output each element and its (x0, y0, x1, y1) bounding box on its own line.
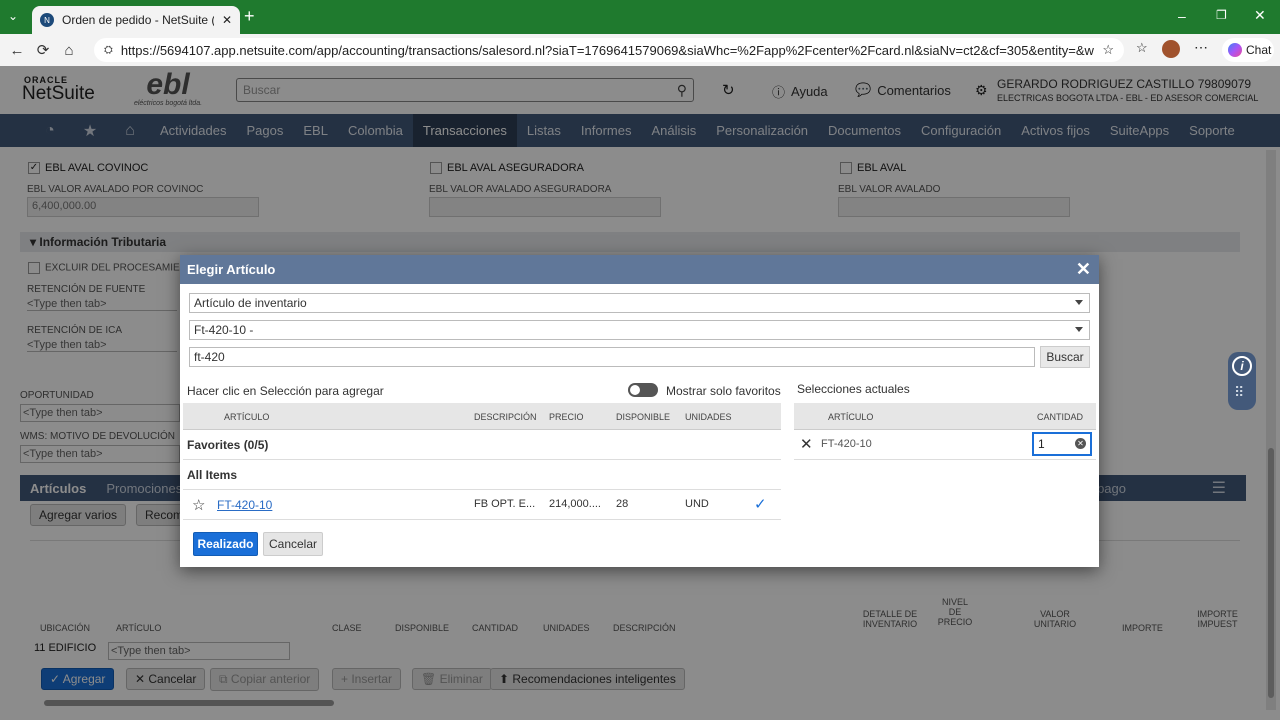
remove-selection-icon[interactable]: ✕ (800, 435, 813, 453)
address-bar: ← ⟳ ⌂ ⛭ https://5694107.app.netsuite.com… (0, 34, 1280, 66)
dialog-title: Elegir Artículo (187, 262, 276, 277)
all-items-group[interactable]: All Items (187, 468, 237, 482)
maximize-icon[interactable]: ❐ (1216, 8, 1227, 22)
divider (794, 459, 1096, 460)
result-item-units: UND (685, 498, 709, 510)
divider (183, 489, 781, 490)
tab-title: Orden de pedido - NetSuite (ELEC (62, 13, 214, 27)
favorites-toggle[interactable] (628, 383, 658, 397)
selection-item: FT-420-10 (821, 438, 872, 450)
netsuite-favicon-icon: N (40, 13, 54, 27)
quantity-value: 1 (1038, 437, 1045, 451)
result-item-price: 214,000.... (549, 498, 601, 510)
instruction-text: Hacer clic en Selección para agregar (187, 384, 384, 398)
favorites-icon[interactable]: ☆ (1136, 40, 1148, 56)
profile-avatar[interactable] (1162, 40, 1180, 58)
col-sel-cantidad: CANTIDAD (1037, 412, 1084, 422)
col-descripcion: DESCRIPCIÓN (474, 412, 537, 422)
result-item-link[interactable]: FT-420-10 (217, 498, 272, 512)
results-table-header: ARTÍCULO DESCRIPCIÓN PRECIO DISPONIBLE U… (183, 403, 781, 430)
favorites-toggle-label: Mostrar solo favoritos (666, 384, 781, 398)
tab-list-icon[interactable]: ⌄ (8, 9, 18, 23)
divider (183, 519, 781, 520)
chat-label: Chat (1246, 43, 1272, 57)
selection-quantity-input[interactable]: 1 ✕ (1032, 432, 1092, 456)
close-icon[interactable]: ✕ (1076, 259, 1091, 280)
realizado-button[interactable]: Realizado (193, 532, 258, 556)
minimize-icon[interactable]: – (1178, 8, 1186, 24)
col-precio: PRECIO (549, 412, 584, 422)
item-select-value: Ft-420-10 - (194, 323, 254, 337)
grid-dots-icon[interactable]: ⠿ (1234, 384, 1244, 401)
url-text: https://5694107.app.netsuite.com/app/acc… (120, 42, 1095, 58)
help-widget[interactable]: i ⠿ (1228, 352, 1256, 410)
col-disponible: DISPONIBLE (616, 412, 671, 422)
divider (183, 459, 781, 460)
selections-table-header: ARTÍCULO CANTIDAD (794, 403, 1096, 430)
buscar-button[interactable]: Buscar (1040, 346, 1090, 368)
cancelar-button[interactable]: Cancelar (263, 532, 323, 556)
item-search-input[interactable]: ft-420 (189, 347, 1035, 367)
info-icon[interactable]: i (1232, 356, 1252, 376)
item-select[interactable]: Ft-420-10 - (189, 320, 1090, 340)
result-item-description: FB OPT. E... (474, 498, 536, 510)
favorite-star-icon[interactable]: ☆ (1102, 42, 1114, 58)
clear-icon[interactable]: ✕ (1075, 438, 1086, 449)
more-icon[interactable]: ⋯ (1194, 39, 1208, 56)
back-icon[interactable]: ← (4, 37, 30, 63)
browser-tab[interactable]: N Orden de pedido - NetSuite (ELEC ✕ (32, 6, 240, 34)
item-type-select[interactable]: Artículo de inventario (189, 293, 1090, 313)
copilot-icon (1228, 43, 1242, 57)
item-type-value: Artículo de inventario (194, 296, 307, 310)
col-sel-articulo: ARTÍCULO (828, 412, 874, 422)
browser-tab-bar: ⌄ N Orden de pedido - NetSuite (ELEC ✕ +… (0, 0, 1280, 34)
home-icon[interactable]: ⌂ (56, 37, 82, 63)
url-field[interactable]: ⛭ https://5694107.app.netsuite.com/app/a… (94, 38, 1124, 62)
site-info-icon[interactable]: ⛭ (104, 44, 113, 57)
chevron-down-icon (1075, 327, 1083, 332)
favorites-group[interactable]: Favorites (0/5) (187, 438, 268, 452)
chevron-down-icon (1075, 300, 1083, 305)
col-unidades: UNIDADES (685, 412, 732, 422)
copilot-chat-button[interactable]: Chat (1222, 38, 1274, 62)
col-articulo: ARTÍCULO (224, 412, 270, 422)
new-tab-icon[interactable]: + (244, 6, 255, 27)
dialog-header: Elegir Artículo ✕ (180, 255, 1099, 284)
current-selections-title: Selecciones actuales (797, 382, 910, 396)
favorite-star-icon[interactable]: ☆ (192, 496, 205, 514)
reload-icon[interactable]: ⟳ (30, 37, 56, 63)
selected-check-icon[interactable]: ✓ (754, 495, 767, 513)
result-item-available: 28 (616, 498, 629, 510)
close-tab-icon[interactable]: ✕ (222, 13, 232, 27)
close-window-icon[interactable]: ✕ (1254, 7, 1266, 24)
elegir-articulo-dialog: Elegir Artículo ✕ Artículo de inventario… (180, 255, 1099, 567)
